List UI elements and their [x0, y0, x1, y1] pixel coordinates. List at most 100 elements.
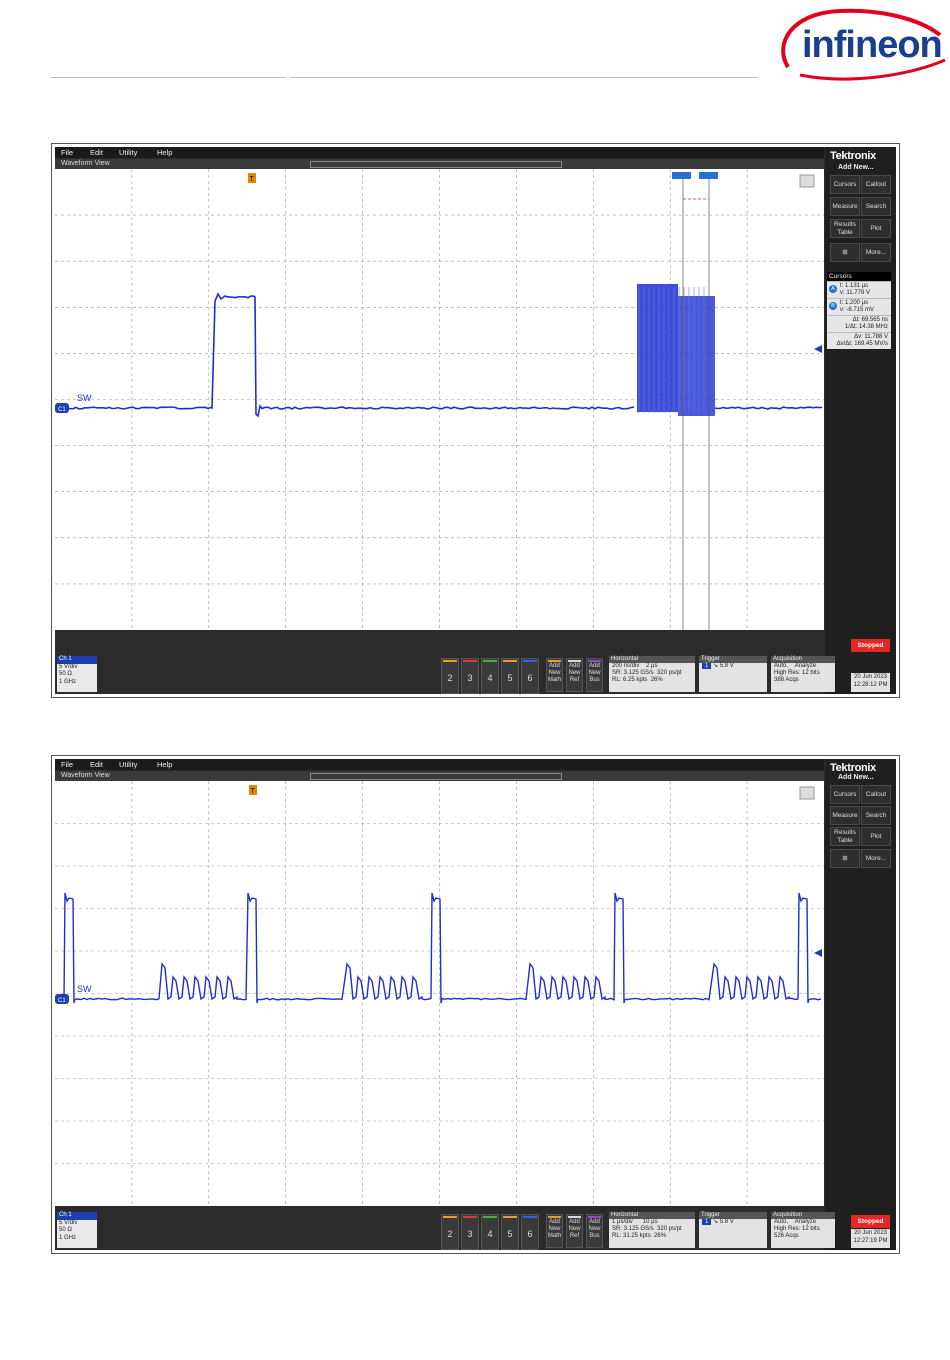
trigger-title: Trigger: [699, 1212, 767, 1219]
menu-utility[interactable]: Utility: [119, 148, 137, 157]
trigger-level-arrow: [814, 949, 822, 957]
zoom-icon[interactable]: ⊞: [830, 849, 860, 868]
more-button[interactable]: More...: [861, 243, 891, 262]
menu-edit[interactable]: Edit: [90, 760, 103, 769]
date-time: 20 Jun 2023 12:27:19 PM: [851, 1229, 890, 1248]
ch1-bandwidth: 1 GHz: [57, 679, 97, 687]
horizontal-position-bar[interactable]: [310, 161, 562, 168]
callout-button[interactable]: Callout: [861, 175, 891, 194]
plot-button[interactable]: Plot: [861, 827, 891, 846]
cursor-b-time: t: 1.200 µs: [840, 300, 889, 307]
channel-5-button[interactable]: 5: [501, 658, 519, 694]
horizontal-panel[interactable]: Horizontal 200 ns/div 2 µs SR: 3.125 GS/…: [609, 656, 695, 692]
stopped-button[interactable]: Stopped: [851, 639, 890, 652]
stopped-button[interactable]: Stopped: [851, 1215, 890, 1228]
results-table-button[interactable]: Results Table: [830, 219, 860, 238]
horizontal-position-bar[interactable]: [310, 773, 562, 780]
more-button[interactable]: More...: [861, 849, 891, 868]
tektronix-brand: Tektronix: [830, 762, 876, 774]
trace-label: SW: [77, 984, 92, 994]
trigger-marker-label: T: [250, 176, 255, 183]
ch1-badge[interactable]: Ch 1 5 V/div 50 Ω 1 GHz: [57, 1212, 97, 1248]
cursor-b-readout: Bt: 1.200 µs v: -8.715 mV: [827, 298, 891, 315]
horizontal-title: Horizontal: [609, 1212, 695, 1219]
channel-6-button[interactable]: 6: [521, 1214, 539, 1250]
channel-1-marker-label: C1: [58, 998, 66, 1004]
date-time: 20 Jun 2023 12:28:12 PM: [851, 673, 890, 692]
channel-6-button[interactable]: 6: [521, 658, 539, 694]
menu-help[interactable]: Help: [157, 148, 172, 157]
zoom-corner-icon: [800, 787, 814, 799]
cursor-b-volt: v: -8.715 mV: [840, 307, 889, 314]
ch1-scale: 5 V/div: [57, 664, 97, 672]
trigger-marker-label: T: [251, 788, 256, 795]
channel-4-button[interactable]: 4: [481, 658, 499, 694]
infineon-logo: infineon: [770, 5, 948, 83]
ch1-impedance: 50 Ω: [57, 671, 97, 679]
add-new-math-button[interactable]: Add New Math: [546, 1214, 563, 1248]
measure-button[interactable]: Measure: [830, 197, 860, 216]
menu-utility[interactable]: Utility: [119, 760, 137, 769]
trace-sw-tail: [715, 407, 822, 409]
sidebar: Tektronix Add New... Cursors Callout Mea…: [825, 147, 896, 694]
waveform-view-title: Waveform View: [61, 160, 110, 167]
trigger-panel[interactable]: Trigger 1 ↘ 5.8 V: [699, 1212, 767, 1248]
ch1-bandwidth: 1 GHz: [57, 1235, 97, 1243]
cursor-a-time: t: 1.131 µs: [840, 283, 889, 290]
cursor-delta-time: Δt: 69.565 ns 1/Δt: 14.38 MHz: [827, 315, 891, 332]
channel-3-button[interactable]: 3: [461, 1214, 479, 1250]
trigger-panel[interactable]: Trigger 1 ↘ 5.8 V: [699, 656, 767, 692]
cursor-a-badge: A: [829, 285, 837, 293]
zoom-icon[interactable]: ⊞: [830, 243, 860, 262]
add-new-bus-button[interactable]: Add New Bus: [586, 658, 603, 692]
add-new-math-button[interactable]: Add New Math: [546, 658, 563, 692]
header-rule-left: [51, 77, 286, 78]
plot-button[interactable]: Plot: [861, 219, 891, 238]
channel-2-button[interactable]: 2: [441, 1214, 459, 1250]
ch1-badge[interactable]: Ch 1 5 V/div 50 Ω 1 GHz: [57, 656, 97, 692]
logo-text: infineon: [802, 24, 942, 66]
acquisition-title: Acquisition: [771, 656, 835, 663]
search-button[interactable]: Search: [861, 197, 891, 216]
add-new-ref-button[interactable]: Add New Ref: [566, 1214, 583, 1248]
trigger-level-arrow: [814, 345, 822, 353]
add-new-label: Add New...: [838, 774, 874, 781]
graticule[interactable]: C1 SW T: [55, 781, 824, 1206]
measure-button[interactable]: Measure: [830, 806, 860, 825]
oscilloscope-screenshot-2: File Edit Utility Help Waveform View C1 S…: [51, 755, 900, 1254]
cursor-delta-volt: Δv: 11.788 V Δv/Δt: 169.45 MV/s: [827, 332, 891, 349]
cursors-button[interactable]: Cursors: [830, 785, 860, 804]
tektronix-brand: Tektronix: [830, 150, 876, 162]
menu-file[interactable]: File: [61, 148, 73, 157]
cursors-button[interactable]: Cursors: [830, 175, 860, 194]
graticule[interactable]: C1 SW T: [55, 169, 824, 630]
cursor-b-tag: [699, 172, 718, 179]
add-new-ref-button[interactable]: Add New Ref: [566, 658, 583, 692]
channel-2-button[interactable]: 2: [441, 658, 459, 694]
menu-edit[interactable]: Edit: [90, 148, 103, 157]
ch1-title: Ch 1: [57, 656, 97, 664]
channel-4-button[interactable]: 4: [481, 1214, 499, 1250]
trace-label: SW: [77, 393, 92, 403]
zoom-corner-icon: [800, 175, 814, 187]
menu-file[interactable]: File: [61, 760, 73, 769]
ch1-title: Ch 1: [57, 1212, 97, 1220]
horizontal-panel[interactable]: Horizontal 1 µs/div 10 µs SR: 3.125 GS/s…: [609, 1212, 695, 1248]
cursor-a-volt: v: 11.779 V: [840, 290, 889, 297]
callout-button[interactable]: Callout: [861, 785, 891, 804]
cursor-a-tag: [672, 172, 691, 179]
add-new-bus-button[interactable]: Add New Bus: [586, 1214, 603, 1248]
channel-5-button[interactable]: 5: [501, 1214, 519, 1250]
menu-help[interactable]: Help: [157, 760, 172, 769]
sidebar: Tektronix Add New... Cursors Callout Mea…: [825, 759, 896, 1250]
results-table-button[interactable]: Results Table: [830, 827, 860, 846]
cursors-readout: Cursors At: 1.131 µs v: 11.779 V Bt: 1.20…: [827, 272, 891, 349]
horizontal-title: Horizontal: [609, 656, 695, 663]
channel-3-button[interactable]: 3: [461, 658, 479, 694]
acquisition-panel[interactable]: Acquisition Auto, Analyze High Res: 12 b…: [771, 1212, 835, 1248]
waveform-view-bar: Waveform View: [55, 771, 824, 781]
menu-bar: File Edit Utility Help: [55, 759, 824, 770]
menu-bar: File Edit Utility Help: [55, 147, 824, 158]
search-button[interactable]: Search: [861, 806, 891, 825]
acquisition-panel[interactable]: Acquisition Auto, Analyze High Res: 12 b…: [771, 656, 835, 692]
